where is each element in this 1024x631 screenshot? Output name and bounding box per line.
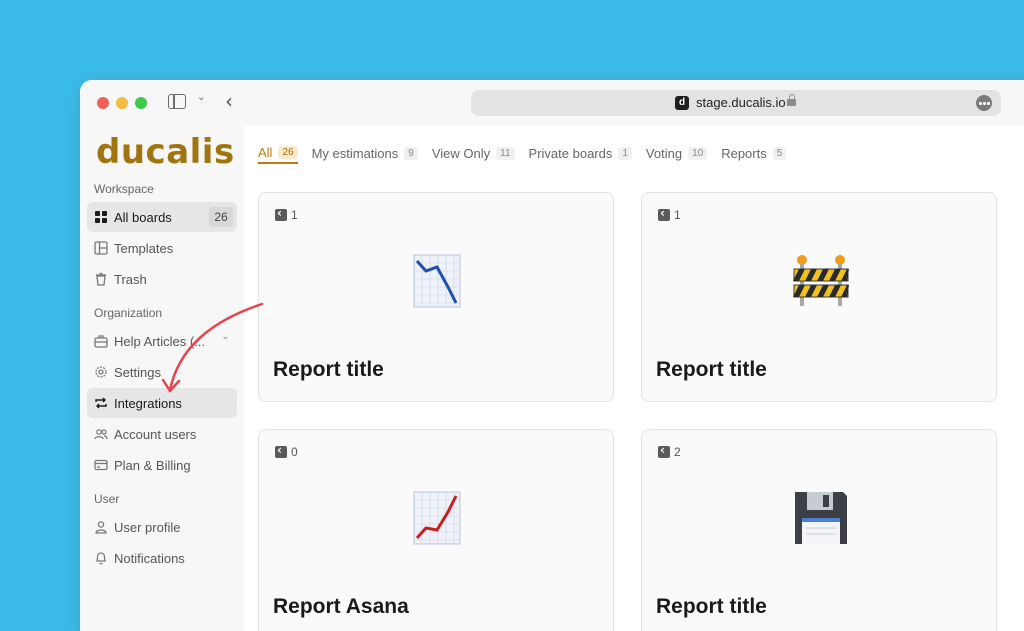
sidebar-item-label: User profile [114,520,181,535]
sidebar-item-settings[interactable]: Settings [87,357,237,387]
user-section-label: User [94,492,120,506]
tab-reports[interactable]: Reports 5 [721,142,787,164]
chevron-down-icon[interactable]: ⌄ [221,332,229,342]
sidebar-item-user-profile[interactable]: User profile [87,512,237,542]
grid-icon [95,211,107,223]
shared-count: 2 [674,445,681,459]
browser-titlebar: ⌄ ‹ d stage.ducalis.io [80,80,1024,126]
sidebar-item-label: Trash [114,272,147,287]
user-icon [95,521,107,534]
tab-count: 26 [278,145,298,159]
sidebar-item-label: Account users [114,427,197,442]
report-card[interactable]: 1 Report title [641,192,997,402]
chart-decreasing-icon [413,254,461,308]
sidebar-item-help-articles[interactable]: Help Articles (... ⌄ [87,326,237,356]
sidebar-item-label: Integrations [114,396,182,411]
shared-count: 0 [291,445,298,459]
close-window-button[interactable] [97,97,109,109]
more-options-icon[interactable] [976,95,992,111]
card-title: Report title [656,595,767,618]
tab-label: View Only [431,145,491,161]
ducalis-logo[interactable]: ducalis [96,132,235,172]
template-icon [94,241,108,255]
tab-count: 1 [618,146,632,160]
browser-window: ⌄ ‹ d stage.ducalis.io ducalis Workspace… [80,80,1024,631]
tab-label: All [258,144,273,160]
sidebar-item-templates[interactable]: Templates [87,233,237,263]
card-title: Report Asana [273,595,409,618]
card-icon [94,459,108,471]
sidebar-item-notifications[interactable]: Notifications [87,543,237,573]
sidebar-item-integrations[interactable]: Integrations [87,388,237,418]
sidebar-item-label: Plan & Billing [114,458,191,473]
minimize-window-button[interactable] [116,97,128,109]
sidebar-item-plan-billing[interactable]: Plan & Billing [87,450,237,480]
sidebar-item-label: Settings [114,365,161,380]
chart-increasing-icon [413,491,461,545]
shared-count: 1 [291,208,298,222]
back-arrow-icon[interactable]: ‹ [225,91,233,111]
sidebar-item-label: Notifications [114,551,185,566]
card-title: Report title [273,358,384,381]
board-count-badge: 26 [209,207,233,227]
workspace-section-label: Workspace [94,182,154,196]
site-favicon-icon: d [675,96,689,110]
bell-icon [95,552,107,565]
shared-count: 1 [674,208,681,222]
sidebar-item-label: Templates [114,241,174,256]
sidebar-item-all-boards[interactable]: All boards 26 [87,202,237,232]
share-icon [658,443,670,458]
sidebar-item-label: All boards [114,210,172,225]
card-title: Report title [656,358,767,381]
report-card[interactable]: 0 Report Asana [258,429,614,631]
sidebar-item-account-users[interactable]: Account users [87,419,237,449]
maximize-window-button[interactable] [135,97,147,109]
tab-view-only[interactable]: View Only 11 [432,142,515,164]
tab-count: 10 [688,146,708,160]
gear-icon [95,366,107,378]
trash-icon [96,272,106,286]
share-icon [658,206,670,221]
address-bar[interactable]: d stage.ducalis.io [471,90,1001,116]
tab-voting[interactable]: Voting 10 [645,142,708,164]
tab-private-boards[interactable]: Private boards 1 [529,142,632,164]
tab-count: 9 [404,146,418,160]
report-card[interactable]: 1 Report title [258,192,614,402]
briefcase-icon [94,335,108,348]
sidebar-item-label: Help Articles (... [114,334,206,349]
sidebar-item-trash[interactable]: Trash [87,264,237,294]
tab-label: Private boards [528,145,613,161]
users-icon [94,429,108,440]
floppy-disk-icon [795,492,847,544]
lock-icon [787,94,796,106]
share-icon [275,206,287,221]
tab-label: Reports [721,145,767,161]
sidebar-toggle-icon[interactable] [168,94,186,109]
chevron-down-icon[interactable]: ⌄ [197,92,205,103]
share-icon [275,443,287,458]
tab-label: My estimations [311,145,399,161]
report-card[interactable]: 2 Report title [641,429,997,631]
board-filter-tabs: All 26 My estimations 9 View Only 11 Pri… [258,142,800,164]
construction-barrier-icon [793,255,849,306]
tab-count: 5 [772,146,787,160]
url-text[interactable]: stage.ducalis.io [696,95,786,110]
tab-count: 11 [496,146,515,160]
organization-section-label: Organization [94,306,163,320]
sync-icon [95,397,107,409]
tab-all[interactable]: All 26 [258,142,298,164]
sidebar: ducalis Workspace All boards 26 Template… [80,126,244,631]
main-content: All 26 My estimations 9 View Only 11 Pri… [244,126,1024,631]
tab-my-estimations[interactable]: My estimations 9 [312,142,418,164]
tab-label: Voting [645,145,683,161]
